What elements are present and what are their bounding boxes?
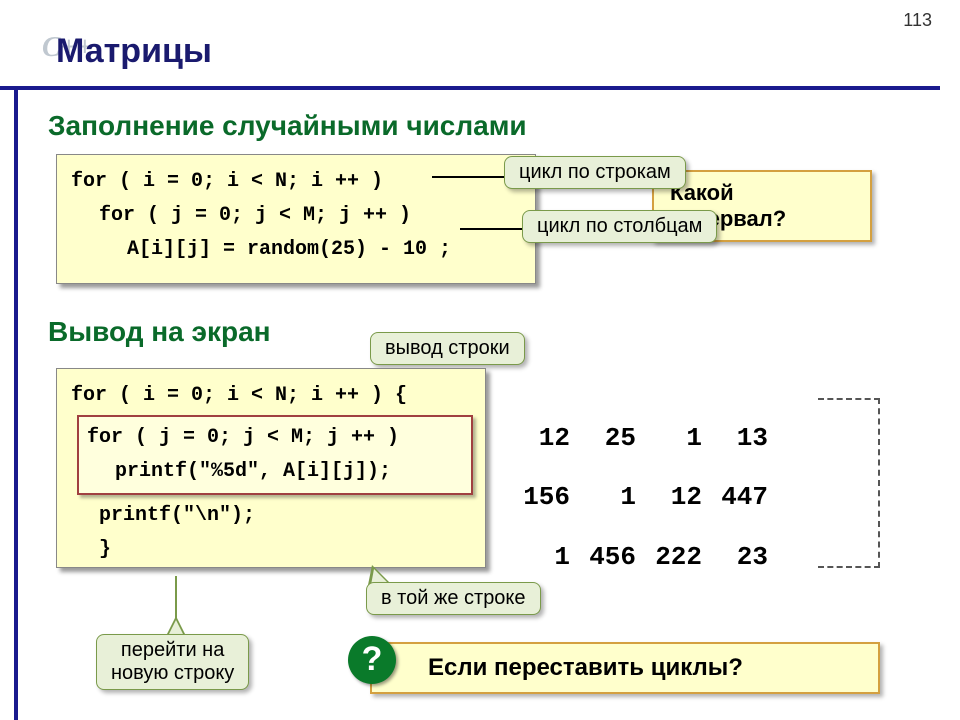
callout-cols-loop: цикл по столбцам bbox=[522, 210, 717, 243]
cell: 1 bbox=[646, 410, 710, 467]
cell: 13 bbox=[712, 410, 776, 467]
output-table: 12 25 1 13 156 1 12 447 1 456 222 23 bbox=[512, 408, 778, 588]
cell: 23 bbox=[712, 529, 776, 586]
left-bar bbox=[14, 86, 18, 720]
cell: 447 bbox=[712, 469, 776, 526]
code-line: for ( j = 0; j < M; j ++ ) bbox=[87, 421, 463, 455]
question-swap-loops: Если переставить циклы? bbox=[370, 642, 880, 694]
cell: 456 bbox=[580, 529, 644, 586]
callout-rows-loop: цикл по строкам bbox=[504, 156, 686, 189]
inner-code-box: for ( j = 0; j < M; j ++ ) printf("%5d",… bbox=[77, 415, 473, 495]
table-row: 156 1 12 447 bbox=[514, 469, 776, 526]
code-line: printf("\n"); bbox=[71, 499, 471, 533]
callout-newline: перейти на новую строку bbox=[96, 634, 249, 690]
code-line: for ( j = 0; j < M; j ++ ) bbox=[71, 199, 521, 233]
page-title: Матрицы bbox=[56, 32, 212, 71]
code-line: printf("%5d", A[i][j]); bbox=[87, 455, 463, 489]
table-row: 12 25 1 13 bbox=[514, 410, 776, 467]
section-fill-random: Заполнение случайными числами bbox=[48, 110, 527, 142]
code-block-print: for ( i = 0; i < N; i ++ ) { for ( j = 0… bbox=[56, 368, 486, 568]
cell: 1 bbox=[514, 529, 578, 586]
cell: 156 bbox=[514, 469, 578, 526]
title-underline bbox=[0, 86, 940, 90]
code-block-fill: for ( i = 0; i < N; i ++ ) for ( j = 0; … bbox=[56, 154, 536, 284]
question-mark-icon: ? bbox=[348, 636, 396, 684]
callout-stem bbox=[175, 576, 177, 620]
cell: 1 bbox=[580, 469, 644, 526]
table-row: 1 456 222 23 bbox=[514, 529, 776, 586]
cell: 222 bbox=[646, 529, 710, 586]
code-line: A[i][j] = random(25) - 10 ; bbox=[71, 233, 521, 267]
section-output: Вывод на экран bbox=[48, 316, 271, 348]
code-line: for ( i = 0; i < N; i ++ ) { bbox=[71, 379, 471, 413]
page-number: 113 bbox=[903, 10, 932, 31]
connector-line bbox=[432, 176, 504, 178]
cell: 12 bbox=[646, 469, 710, 526]
code-line: for ( i = 0; i < N; i ++ ) bbox=[71, 165, 521, 199]
cell: 12 bbox=[514, 410, 578, 467]
format-width-highlight bbox=[818, 398, 880, 568]
connector-line bbox=[460, 228, 524, 230]
cell: 25 bbox=[580, 410, 644, 467]
code-line: } bbox=[71, 533, 471, 567]
callout-output-row: вывод строки bbox=[370, 332, 525, 365]
